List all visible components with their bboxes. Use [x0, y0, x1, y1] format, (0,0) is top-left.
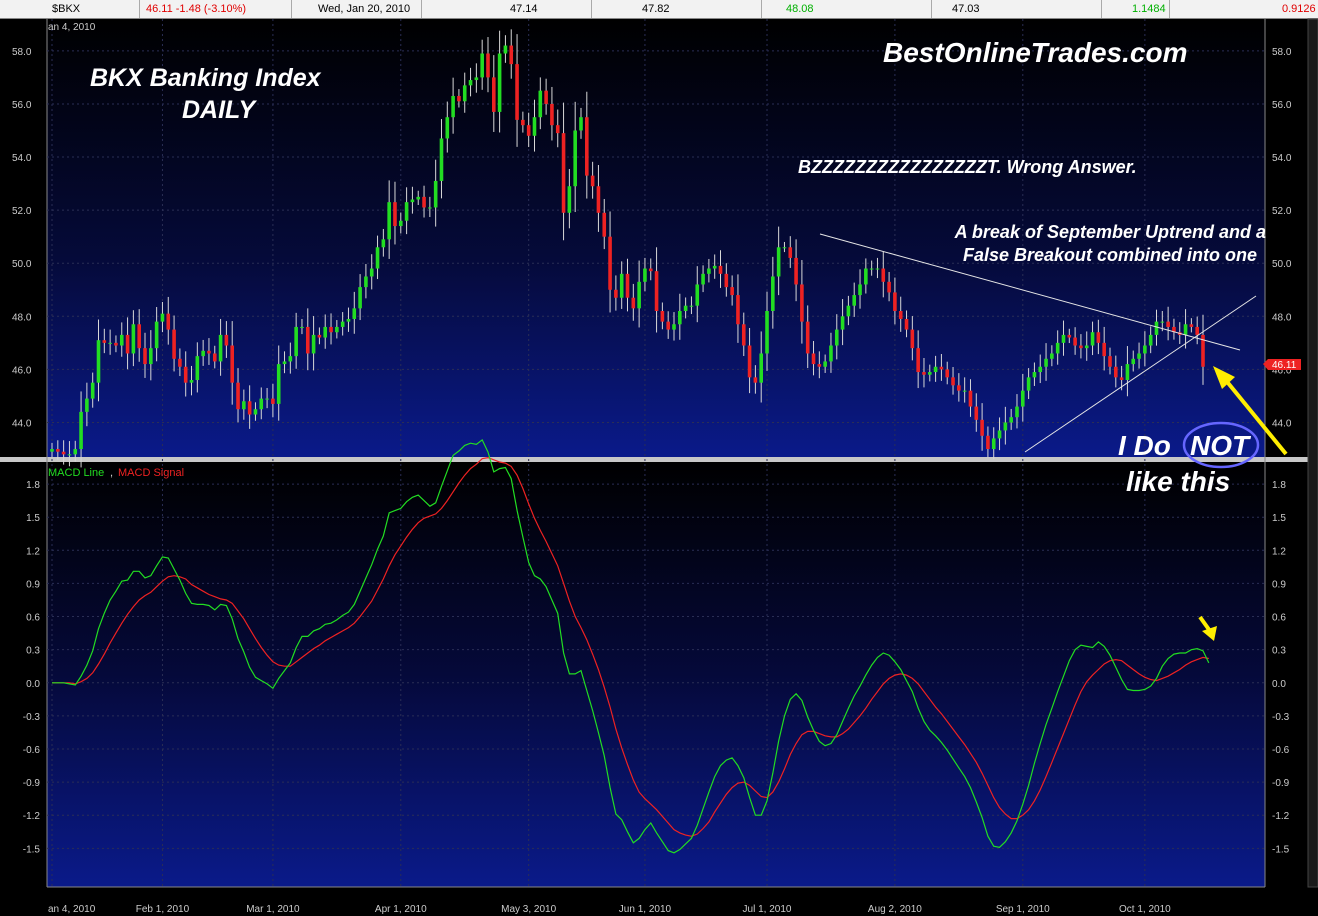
price-ytick-left: 56.0 [12, 100, 32, 111]
macd-ytick-right: -0.9 [1272, 778, 1290, 789]
macd-ytick-left: -0.3 [23, 712, 41, 723]
macd-ytick-right: 0.6 [1272, 613, 1286, 624]
macd-ytick-right: -0.6 [1272, 745, 1290, 756]
date-tick-label: Jul 1, 2010 [743, 904, 792, 915]
macd-ytick-right: 0.9 [1272, 579, 1286, 590]
macd-ytick-right: 1.8 [1272, 480, 1286, 491]
macd-panel[interactable] [47, 462, 1265, 887]
legend-macd-signal: MACD Signal [118, 467, 184, 479]
not-text: NOT [1190, 430, 1252, 461]
date-tick-label: Oct 1, 2010 [1119, 904, 1171, 915]
like-this-text: like this [1126, 466, 1230, 497]
date-tick-label: Apr 1, 2010 [375, 904, 427, 915]
price-ytick-left: 50.0 [12, 259, 32, 270]
bar-open: 47.14 [422, 0, 592, 18]
bkx-chart: 44.0 46.0 48.0 50.0 52.0 54.0 56.0 58.0 -1.5 -1.2… [0, 18, 1318, 915]
legend-macd-line: MACD Line [48, 467, 104, 479]
price-ytick-left: 46.0 [12, 365, 32, 376]
price-ytick-right: 44.0 [1272, 418, 1292, 429]
bar-signal-value: 0.9126 [1282, 3, 1316, 15]
macd-ytick-right: 1.2 [1272, 546, 1286, 557]
last-price-tag: 46.11 [1263, 359, 1301, 371]
macd-ytick-left: 1.5 [26, 513, 40, 524]
bar-low: 47.03 [932, 0, 1102, 18]
macd-ytick-left: -0.9 [23, 778, 41, 789]
macd-ytick-left: -1.2 [23, 811, 41, 822]
price-ytick-left: 52.0 [12, 206, 32, 217]
bar-macd-value: 1.1484 [1102, 0, 1170, 18]
macd-ytick-right: 0.0 [1272, 679, 1286, 690]
i-do-text: I Do [1118, 430, 1171, 461]
date-tick-label: Feb 1, 2010 [136, 904, 190, 915]
break-annotation-line2: False Breakout combined into one [963, 245, 1257, 265]
macd-ytick-right: -1.5 [1272, 844, 1290, 855]
break-annotation-line1: A break of September Uptrend and a [954, 222, 1266, 242]
start-date-label: an 4, 2010 [48, 22, 96, 33]
price-ytick-right: 54.0 [1272, 153, 1292, 164]
macd-ytick-left: -0.6 [23, 745, 41, 756]
legend-comma: , [110, 467, 113, 479]
macd-ytick-left: 0.0 [26, 679, 40, 690]
price-ytick-right: 48.0 [1272, 312, 1292, 323]
macd-ytick-left: 0.3 [26, 646, 40, 657]
right-scrollbar[interactable] [1307, 18, 1318, 888]
date-tick-label: Sep 1, 2010 [996, 904, 1050, 915]
price-ytick-right: 50.0 [1272, 259, 1292, 270]
chart-title-line2: DAILY [182, 96, 257, 124]
price-ytick-right: 56.0 [1272, 100, 1292, 111]
buzz-annotation: BZZZZZZZZZZZZZZZZT. Wrong Answer. [798, 157, 1137, 177]
date-tick-label: Mar 1, 2010 [246, 904, 300, 915]
macd-ytick-left: 0.9 [26, 579, 40, 590]
chart-title-line1: BKX Banking Index [90, 64, 322, 92]
macd-ytick-left: 0.6 [26, 613, 40, 624]
price-ytick-left: 44.0 [12, 418, 32, 429]
macd-ytick-left: -1.5 [23, 844, 41, 855]
macd-ytick-right: 1.5 [1272, 513, 1286, 524]
quote-change: 46.11 -1.48 (-3.10%) [140, 0, 292, 18]
date-tick-label: an 4, 2010 [48, 904, 96, 915]
price-ytick-left: 54.0 [12, 153, 32, 164]
date-tick-label: Aug 2, 2010 [868, 904, 922, 915]
bar-date: Wed, Jan 20, 2010 [292, 0, 422, 18]
price-ytick-right: 52.0 [1272, 206, 1292, 217]
last-price-label: 46.11 [1272, 360, 1297, 371]
date-tick-label: Jun 1, 2010 [619, 904, 672, 915]
site-watermark: BestOnlineTrades.com [883, 37, 1187, 68]
bar-high: 47.82 [592, 0, 762, 18]
macd-ytick-right: -1.2 [1272, 811, 1290, 822]
date-tick-label: May 3, 2010 [501, 904, 556, 915]
quote-bar: $BKX 46.11 -1.48 (-3.10%) Wed, Jan 20, 2… [0, 0, 1318, 19]
price-ytick-left: 58.0 [12, 47, 32, 58]
price-ytick-right: 58.0 [1272, 47, 1292, 58]
bar-close: 48.08 [762, 0, 932, 18]
symbol-field[interactable]: $BKX [0, 0, 140, 18]
price-ytick-left: 48.0 [12, 312, 32, 323]
macd-ytick-right: 0.3 [1272, 646, 1286, 657]
macd-ytick-left: 1.2 [26, 546, 40, 557]
macd-ytick-right: -0.3 [1272, 712, 1290, 723]
macd-ytick-left: 1.8 [26, 480, 40, 491]
